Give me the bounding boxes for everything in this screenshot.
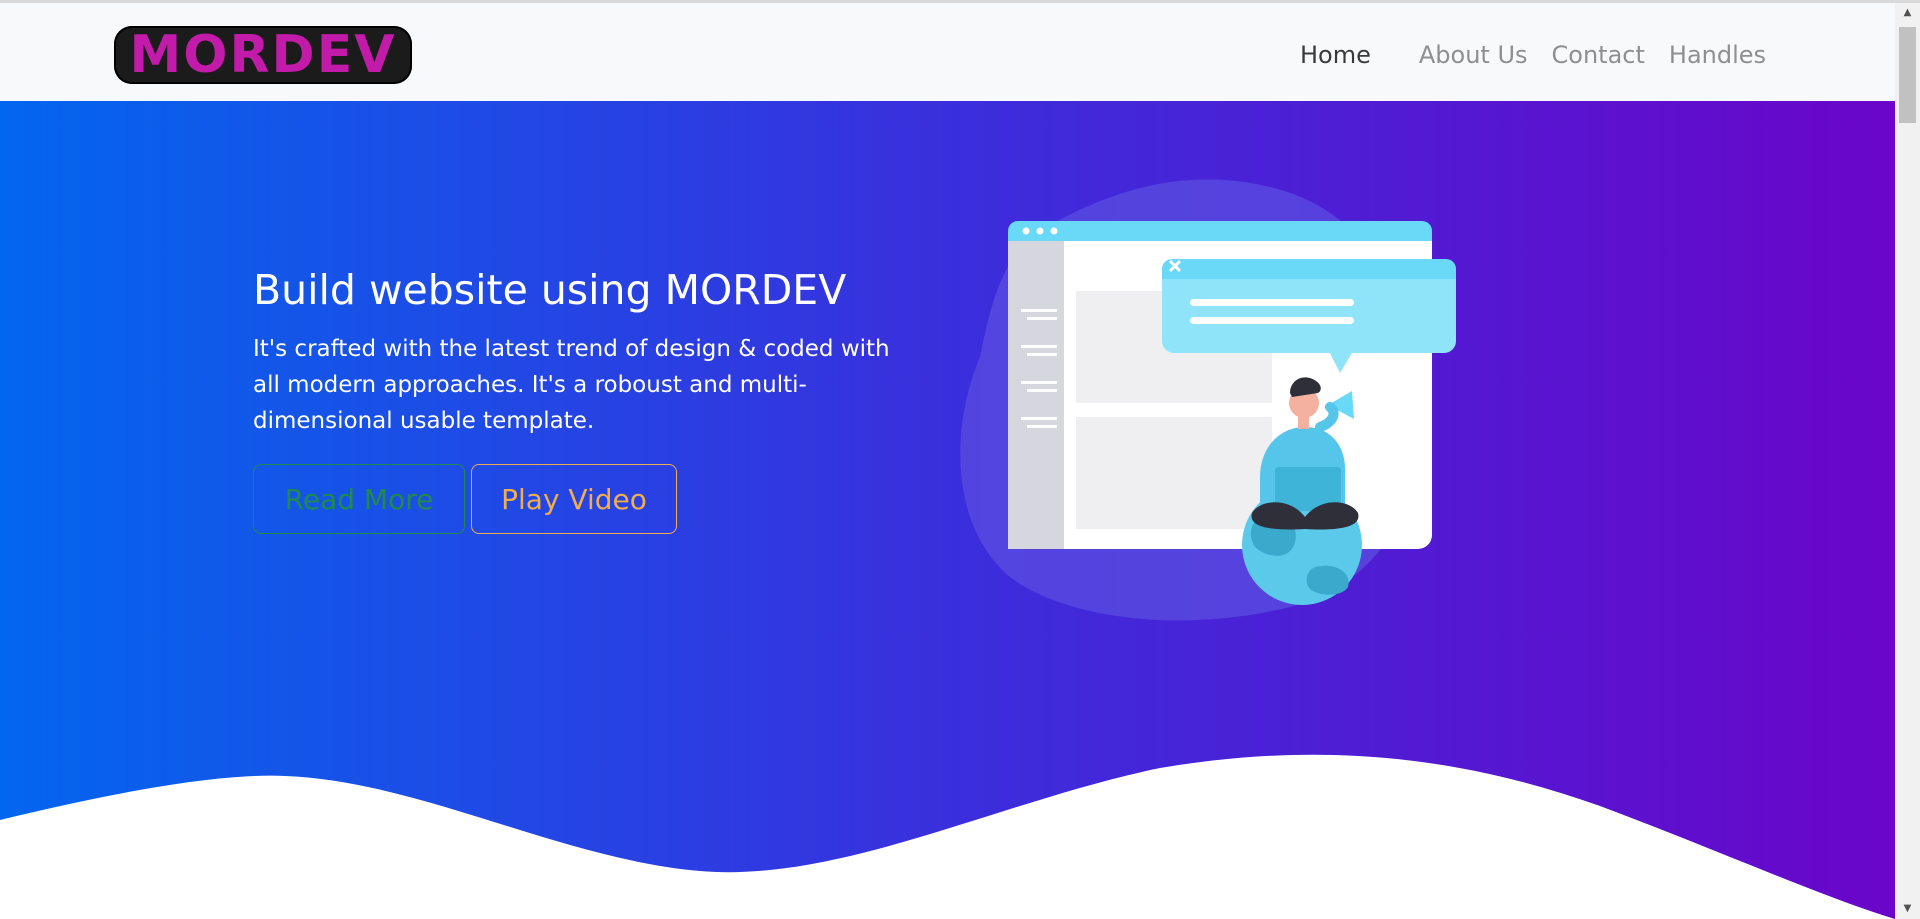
nav-link-contact[interactable]: Contact bbox=[1552, 41, 1645, 69]
nav-links: Home About Us Contact Handles bbox=[1300, 35, 1766, 75]
logo-text: MORDEV bbox=[129, 25, 397, 85]
scrollbar-thumb[interactable] bbox=[1899, 27, 1916, 123]
vertical-scrollbar[interactable]: ▲ ▼ bbox=[1895, 3, 1920, 919]
logo[interactable]: MORDEV bbox=[114, 26, 412, 84]
hero-section: Build website using MORDEV It's crafted … bbox=[0, 101, 1895, 919]
nav-link-about-us[interactable]: About Us bbox=[1419, 41, 1528, 69]
hero-wave bbox=[0, 754, 1895, 919]
chevron-down-icon[interactable]: ▼ bbox=[1895, 899, 1920, 919]
nav-link-home[interactable]: Home bbox=[1300, 41, 1371, 69]
navbar: MORDEV Home About Us Contact Handles bbox=[0, 3, 1895, 102]
chevron-up-icon[interactable]: ▲ bbox=[1895, 3, 1920, 23]
nav-link-handles[interactable]: Handles bbox=[1669, 41, 1766, 69]
page-viewport: MORDEV Home About Us Contact Handles Bui… bbox=[0, 0, 1895, 919]
